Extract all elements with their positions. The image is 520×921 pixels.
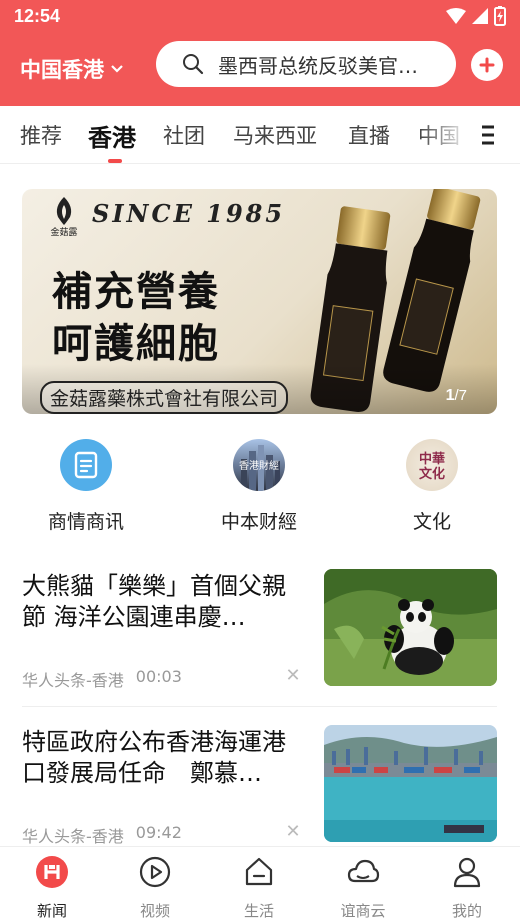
news-meta: 华人头条-香港 00:03 [22,667,182,691]
culture-icon: 中華 文化 [406,439,458,491]
promo-banner[interactable]: 金菇露 SINCE 1985 補充營養 呵護細胞 金菇露藥株式會社有限公司 1/… [22,189,497,414]
banner-counter: 1/7 [446,387,467,405]
news-title: 特區政府公布香港海運港口發展局任命 鄭慕… [22,728,286,787]
nav-label: 新闻 [36,902,67,920]
nav-label: 生活 [243,902,274,920]
app-screen: 12:54 中国香港 墨西哥总统反驳美官… 推荐 香港 社团 马来西亚 直播 中… [0,0,520,921]
banner-headline-1: 補充營養 [52,269,220,315]
news-divider [22,706,497,707]
status-time: 12:54 [14,5,61,26]
culture-icon-text-1: 中華 [419,451,445,467]
home-icon [245,857,273,886]
nav-profile[interactable]: 我的 [427,855,507,921]
active-tab-indicator [108,159,122,163]
banner-caption: 金菇露藥株式會社有限公司 [40,381,289,414]
brand-logo: 金菇露 [50,197,78,237]
banner-brand: SINCE 1985 [92,199,286,228]
tab-hongkong[interactable]: 香港 [88,118,136,153]
wifi-icon [446,8,466,24]
menu-icon[interactable] [476,123,500,147]
news-item[interactable]: 大熊貓「樂樂」首個父親節 海洋公園連串慶… 华人头条-香港 00:03 ✕ [0,569,520,709]
header: 中国香港 墨西哥总统反驳美官… [0,32,520,106]
region-selector[interactable]: 中国香港 [20,54,124,84]
brand-logo-text: 金菇露 [50,226,77,237]
cloud-icon [347,859,380,883]
status-icons [446,6,506,26]
news-source: 华人头条-香港 [22,671,124,690]
quick-entry-culture[interactable]: 中華 文化 文化 [362,436,502,534]
channel-tabs: 推荐 香港 社团 马来西亚 直播 中国 [0,106,520,164]
bottom-nav: 新闻 视频 生活 谊商云 我的 [0,846,520,921]
quick-entry-label: 中本财經 [220,511,297,533]
news-time: 00:03 [135,667,182,686]
tab-malaysia[interactable]: 马来西亚 [233,120,317,150]
news-time: 09:42 [135,823,182,842]
dismiss-icon[interactable]: ✕ [284,823,302,841]
quick-entries: 商情商讯 香港財經 中本财經 中華 文化 文化 [0,436,520,536]
quick-entry-label: 文化 [412,511,451,533]
culture-icon-text-2: 文化 [419,466,445,482]
search-icon [183,54,204,75]
search-bar[interactable]: 墨西哥总统反驳美官… [156,41,456,87]
add-button[interactable] [471,49,503,81]
quick-entry-label: 商情商讯 [47,511,124,533]
profile-icon [453,857,481,888]
city-icon: 香港財經 [233,439,285,491]
quick-entry-business-news[interactable]: 商情商讯 [16,436,156,534]
news-item[interactable]: 特區政府公布香港海運港口發展局任命 鄭慕… 华人头条-香港 09:42 ✕ [0,725,520,865]
panda-photo [324,569,497,686]
nav-video[interactable]: 视频 [115,855,195,921]
tab-fade [420,106,470,163]
video-icon [139,856,171,888]
nav-cloud[interactable]: 谊商云 [323,855,403,921]
search-input: 墨西哥总统反驳美官… [218,53,418,78]
signal-icon [472,8,488,24]
nav-label: 谊商云 [340,902,386,920]
chevron-down-icon [111,65,123,73]
tab-live[interactable]: 直播 [348,120,390,150]
city-icon-text: 香港財經 [239,459,279,472]
harbor-photo [324,725,497,842]
news-meta: 华人头条-香港 09:42 [22,823,182,847]
dismiss-icon[interactable]: ✕ [284,667,302,685]
nav-news[interactable]: 新闻 [12,855,92,921]
tab-associations[interactable]: 社团 [163,120,205,150]
quick-entry-finance[interactable]: 香港財經 中本财經 [189,436,329,534]
nav-label: 我的 [451,902,482,920]
battery-icon [494,6,506,26]
tab-recommend[interactable]: 推荐 [20,120,62,150]
plus-icon [479,57,495,73]
news-source: 华人头条-香港 [22,827,124,846]
nav-label: 视频 [139,902,170,920]
banner-counter-total: /7 [454,387,467,404]
region-label: 中国香港 [20,58,104,82]
status-bar: 12:54 [0,0,520,32]
document-icon [60,439,112,491]
nav-life[interactable]: 生活 [219,855,299,921]
banner-headline-2: 呵護細胞 [52,321,220,367]
news-icon [36,856,68,888]
news-title: 大熊貓「樂樂」首個父親節 海洋公園連串慶… [22,572,286,631]
